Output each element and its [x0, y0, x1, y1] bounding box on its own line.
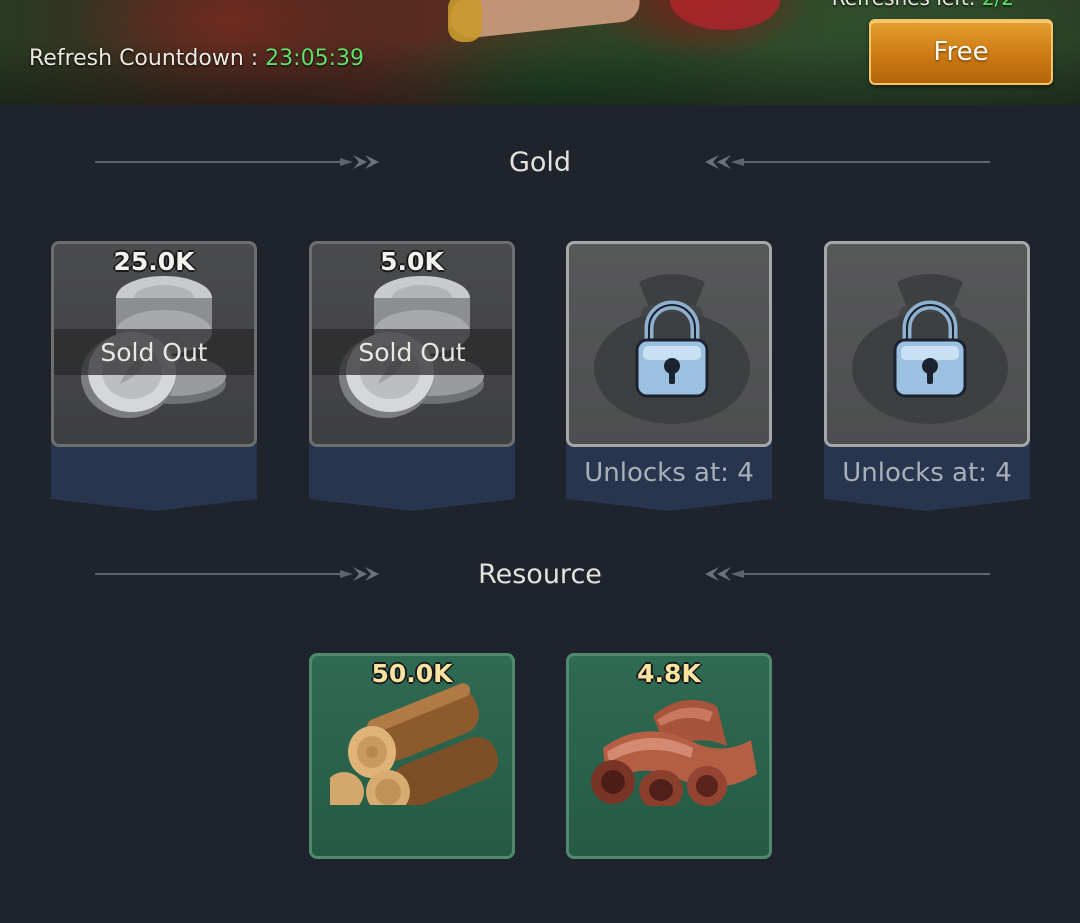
header-divider-right-icon	[705, 155, 990, 169]
header-banner: Refreshes left: 2/2 Refresh Countdown : …	[0, 0, 1080, 105]
gold-pack-1[interactable]: 25.0K Sold Out	[51, 241, 257, 511]
locked-bag-icon	[852, 274, 1008, 424]
item-tile	[824, 241, 1030, 447]
refreshes-left-count: 2/2	[982, 0, 1014, 10]
item-amount: 5.0K	[380, 247, 444, 276]
gold-pack-2[interactable]: 5.0K Sold Out	[309, 241, 515, 511]
refresh-countdown: Refresh Countdown : 23:05:39	[29, 46, 364, 71]
sold-out-label: Sold Out	[54, 329, 254, 375]
gold-pack-locked-1[interactable]: Unlocks at: 4	[566, 241, 772, 511]
refreshes-left: Refreshes left: 2/2	[832, 0, 1014, 10]
refresh-countdown-timer: 23:05:39	[265, 46, 364, 71]
item-amount: 50.0K	[371, 659, 453, 688]
wood-logs-icon	[330, 683, 499, 805]
leather-pack[interactable]: 4.8K	[566, 653, 772, 923]
wood-pack[interactable]: 50.0K	[309, 653, 515, 923]
unlock-requirement: Unlocks at: 4	[842, 458, 1012, 488]
sold-out-label: Sold Out	[312, 329, 512, 375]
item-amount: 25.0K	[113, 247, 195, 276]
locked-bag-icon	[594, 274, 750, 424]
header-divider-right-icon	[705, 567, 990, 581]
resource-section-header: Resource	[0, 555, 1080, 595]
item-amount: 4.8K	[637, 659, 701, 688]
leather-rolls-icon	[591, 699, 757, 806]
item-tile	[566, 241, 772, 447]
unlock-requirement: Unlocks at: 4	[584, 458, 754, 488]
gold-pack-locked-2[interactable]: Unlocks at: 4	[824, 241, 1030, 511]
refresh-countdown-label: Refresh Countdown :	[29, 46, 266, 71]
gold-section-header: Gold	[0, 143, 1080, 183]
refreshes-left-label: Refreshes left:	[832, 0, 982, 10]
free-refresh-button[interactable]: Free	[869, 19, 1053, 85]
